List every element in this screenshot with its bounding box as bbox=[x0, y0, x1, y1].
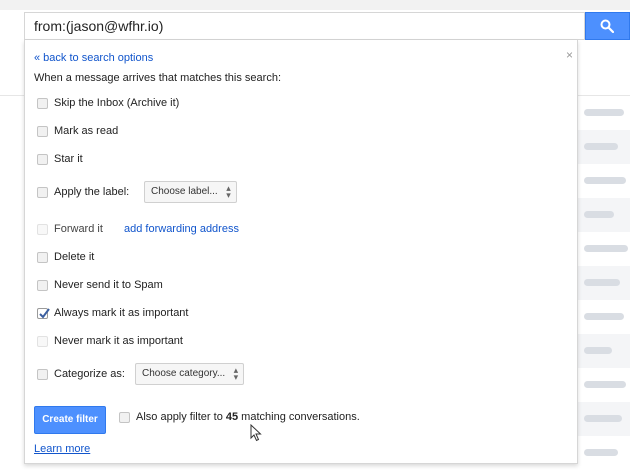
select-arrows-icon: ▴ ▾ bbox=[233, 365, 239, 382]
list-item bbox=[578, 334, 630, 368]
label-select[interactable]: Choose label... ▴ ▾ bbox=[144, 181, 237, 203]
learn-more-link[interactable]: Learn more bbox=[34, 443, 90, 455]
option-label: Never send it to Spam bbox=[54, 279, 163, 291]
checkbox[interactable] bbox=[37, 280, 48, 291]
list-item bbox=[578, 164, 630, 198]
list-item bbox=[578, 232, 630, 266]
matching-count: 45 bbox=[225, 411, 239, 423]
checkbox[interactable] bbox=[37, 252, 48, 263]
search-input[interactable]: from:(jason@wfhr.io) bbox=[24, 12, 585, 40]
option-label: Always mark it as important bbox=[54, 307, 189, 319]
option-label: Categorize as: bbox=[54, 368, 125, 380]
option-label: Star it bbox=[54, 153, 83, 165]
add-forwarding-address-link[interactable]: add forwarding address bbox=[124, 223, 239, 235]
option-label: Apply the label: bbox=[54, 186, 130, 198]
list-item bbox=[578, 96, 630, 130]
checkbox[interactable] bbox=[37, 336, 48, 347]
list-item bbox=[578, 436, 630, 470]
also-apply-suffix: matching conversations. bbox=[238, 411, 360, 423]
option-label: Skip the Inbox (Archive it) bbox=[54, 97, 180, 109]
checkbox[interactable] bbox=[119, 412, 130, 423]
checkbox[interactable] bbox=[37, 369, 48, 380]
checkbox-checked[interactable] bbox=[37, 308, 50, 319]
list-item bbox=[578, 300, 630, 334]
back-to-search-options-link[interactable]: « back to search options bbox=[34, 52, 153, 64]
checkbox[interactable] bbox=[37, 187, 48, 198]
label-select-value: Choose label... bbox=[151, 186, 218, 197]
list-item bbox=[578, 198, 630, 232]
checkbox[interactable] bbox=[37, 154, 48, 165]
option-label: Delete it bbox=[54, 251, 95, 263]
option-label: Forward it bbox=[54, 223, 103, 235]
create-filter-button[interactable]: Create filter bbox=[34, 406, 106, 434]
top-background bbox=[0, 0, 630, 10]
also-apply-prefix: Also apply filter to bbox=[136, 411, 226, 423]
option-label: Mark as read bbox=[54, 125, 119, 137]
checkmark-icon bbox=[39, 308, 50, 319]
list-item bbox=[578, 130, 630, 164]
close-icon[interactable]: × bbox=[566, 48, 573, 62]
filter-panel: « back to search options × When a messag… bbox=[24, 40, 578, 464]
checkbox[interactable] bbox=[37, 98, 48, 109]
checkbox[interactable] bbox=[37, 224, 48, 235]
also-apply-label: Also apply filter to 45 matching convers… bbox=[136, 411, 360, 423]
filter-intro: When a message arrives that matches this… bbox=[34, 72, 281, 84]
search-button[interactable] bbox=[585, 12, 630, 40]
option-label: Never mark it as important bbox=[54, 335, 183, 347]
mouse-cursor-icon bbox=[250, 424, 262, 442]
search-icon bbox=[600, 19, 614, 33]
list-item bbox=[578, 266, 630, 300]
category-select[interactable]: Choose category... ▴ ▾ bbox=[135, 363, 245, 385]
inbox-background bbox=[578, 96, 630, 464]
list-item bbox=[578, 368, 630, 402]
search-query: from:(jason@wfhr.io) bbox=[34, 18, 164, 34]
checkbox[interactable] bbox=[37, 126, 48, 137]
category-select-value: Choose category... bbox=[142, 368, 226, 379]
select-arrows-icon: ▴ ▾ bbox=[226, 183, 231, 200]
list-item bbox=[578, 402, 630, 436]
